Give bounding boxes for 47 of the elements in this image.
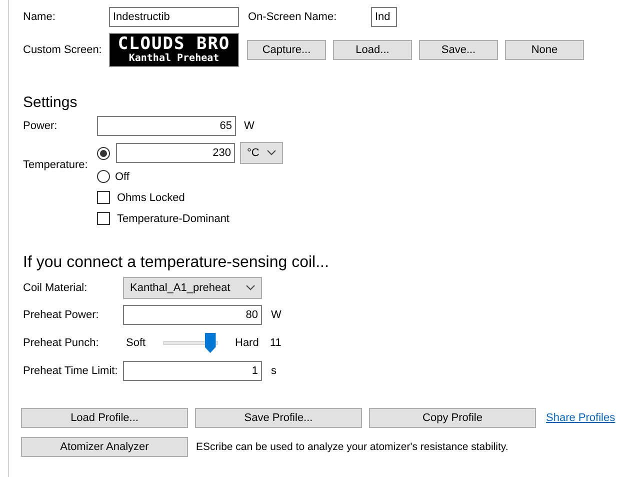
field-label: Temperature: — [23, 158, 89, 170]
field-label: Preheat Power: — [23, 309, 100, 321]
analyzer-note: EScribe can be used to analyze your atomizer's resistance stability. — [196, 441, 508, 453]
input-field[interactable]: Indestructib — [109, 7, 239, 27]
section-heading: If you connect a temperature-sensing coil... — [23, 254, 330, 272]
field-label: Preheat Time Limit: — [23, 365, 119, 377]
field-label: Coil Material: — [23, 282, 88, 294]
atomizer-analyzer-button[interactable]: Atomizer Analyzer — [21, 437, 188, 457]
input-field[interactable]: 65 — [97, 116, 236, 136]
field-label: Preheat Punch: — [23, 337, 100, 349]
slider-thumb[interactable] — [204, 333, 216, 353]
screen-button[interactable]: Load... — [333, 40, 412, 60]
section-heading: Settings — [23, 94, 78, 111]
unit-label: W — [244, 120, 254, 132]
unit-label: W — [271, 309, 282, 321]
profile-button[interactable]: Load Profile... — [21, 408, 188, 428]
unit-dropdown[interactable]: °C — [240, 142, 283, 164]
field-label: On-Screen Name: — [248, 11, 338, 23]
input-field[interactable]: 1 — [123, 361, 262, 381]
profile-button[interactable]: Save Profile... — [195, 408, 362, 428]
radio-button[interactable] — [97, 146, 110, 160]
checkbox[interactable] — [97, 212, 110, 225]
radio-label: Off — [115, 170, 130, 182]
chevron-down-icon — [267, 150, 276, 156]
screen-button[interactable]: None — [505, 40, 584, 60]
input-field[interactable]: 230 — [116, 143, 235, 163]
unit-label: s — [271, 365, 276, 377]
field-label: Name: — [23, 11, 56, 23]
slider-reading: 11 — [270, 337, 282, 349]
screen-button[interactable]: Save... — [419, 40, 498, 60]
screen-preview: CLOUDS BRO Kanthal Preheat — [109, 33, 239, 67]
screen-button[interactable]: Capture... — [247, 40, 326, 60]
checkbox[interactable] — [97, 191, 110, 204]
share-profiles-link[interactable]: Share Profiles — [546, 412, 616, 424]
slider-max-label: Hard — [235, 337, 260, 349]
field-label: Power: — [23, 120, 58, 132]
radio-button[interactable] — [97, 170, 110, 183]
slider[interactable] — [163, 333, 218, 353]
checkbox-label: Ohms Locked — [117, 192, 185, 204]
input-field[interactable]: Ind — [371, 7, 397, 27]
slider-min-label: Soft — [126, 337, 147, 349]
chevron-down-icon — [246, 285, 255, 291]
profile-button[interactable]: Copy Profile — [369, 408, 536, 428]
checkbox-label: Temperature-Dominant — [117, 212, 230, 224]
coil-material-dropdown[interactable]: Kanthal_A1_preheat — [123, 277, 262, 299]
input-field[interactable]: 80 — [123, 305, 262, 325]
field-label: Custom Screen: — [23, 44, 103, 56]
